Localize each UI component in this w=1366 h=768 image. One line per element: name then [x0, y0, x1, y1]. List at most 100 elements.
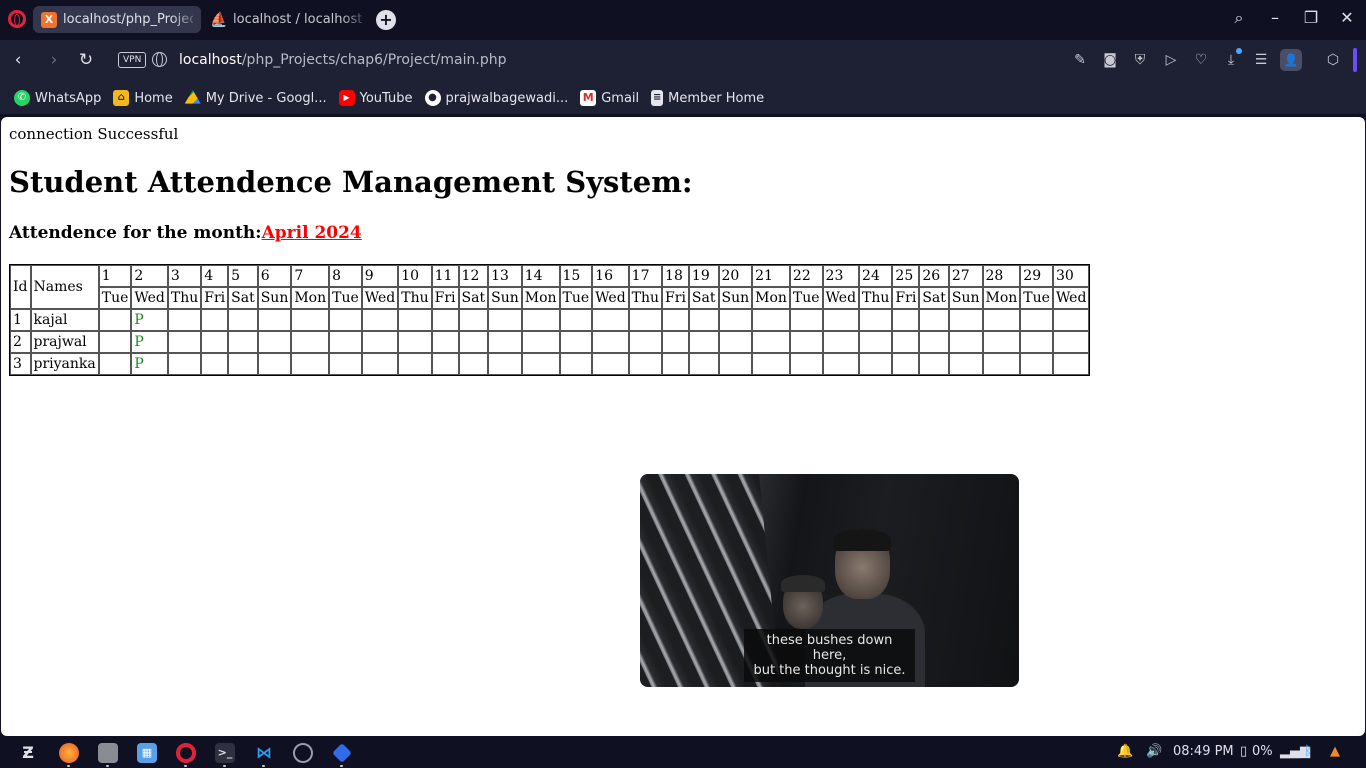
running-indicator	[340, 765, 343, 767]
edit-icon[interactable]: ✎	[1070, 50, 1090, 70]
student-name: priyanka	[30, 353, 99, 375]
bookmark-youtube[interactable]: ▶ YouTube	[338, 90, 413, 106]
names-header: Names	[30, 265, 99, 309]
phpmyadmin-icon: ⛵	[210, 11, 228, 28]
attendance-cell	[789, 309, 823, 331]
day-number-header: 21	[752, 265, 790, 287]
attendance-cell	[919, 331, 949, 353]
day-number-header: 27	[948, 265, 983, 287]
bookmark-github[interactable]: ● prajwalbagewadi...	[424, 90, 568, 106]
opera-icon[interactable]	[176, 743, 196, 763]
id-header: Id	[10, 265, 31, 309]
bookmark-google-drive[interactable]: My Drive - Googl...	[184, 90, 327, 106]
attendance-cell	[919, 309, 949, 331]
tab-phpmyadmin[interactable]: ⛵ localhost / localhost / phpMyAdmin	[203, 6, 371, 33]
restore-icon[interactable]: ❐	[1299, 8, 1323, 27]
new-tab-button[interactable]: +	[376, 10, 396, 30]
extensions-icon[interactable]: ⬡	[1323, 50, 1343, 70]
address-field[interactable]: localhost/php_Projects/chap6/Project/mai…	[179, 52, 506, 68]
day-number-header: 29	[1020, 265, 1053, 287]
heart-icon[interactable]: ♡	[1191, 50, 1211, 70]
volume-icon[interactable]: 🔊	[1146, 744, 1162, 759]
bookmark-gmail[interactable]: M Gmail	[580, 90, 639, 106]
reload-icon[interactable]: ↻	[75, 49, 97, 71]
table-header-days: Id Names 1 2 3 4 5 6 7 8 9 10 11 12 13 14 15 16 17 18 19 20…	[10, 265, 1090, 309]
attendance-cell	[361, 353, 399, 375]
zorin-menu-icon[interactable]: Ƶ	[18, 743, 38, 763]
calendar-icon[interactable]: ▦	[137, 743, 157, 763]
attendance-cell	[822, 353, 860, 375]
close-icon[interactable]: ✕	[1335, 8, 1359, 27]
vlc-icon[interactable]: ▲	[1330, 744, 1340, 759]
attendance-body: 1 kajal P 2 prajwal P 3 priyanka P	[10, 309, 1090, 375]
caption-line: but the thought is nice.	[753, 663, 906, 678]
terminal-icon[interactable]: >_	[215, 743, 235, 763]
day-number-header: 1	[98, 265, 132, 287]
attendance-cell	[1052, 309, 1090, 331]
month-label: Attendence for the month:	[9, 223, 262, 243]
tab-main-php[interactable]: X localhost/php_Projects/chap6/Project/m…	[33, 6, 201, 33]
minimize-icon[interactable]: –	[1263, 8, 1287, 27]
play-icon[interactable]: ▷	[1161, 50, 1181, 70]
site-info-icon[interactable]	[152, 52, 167, 67]
attendance-cell	[559, 309, 593, 331]
weekday-header: Tue	[1020, 287, 1053, 309]
clock-label[interactable]: 08:49 PM	[1173, 744, 1234, 759]
bookmark-home[interactable]: ⌂ Home	[113, 90, 173, 106]
files-icon[interactable]	[98, 743, 118, 763]
search-icon[interactable]: ⌕	[1227, 8, 1251, 28]
bookmark-member-home[interactable]: ≡ Member Home	[651, 90, 764, 106]
day-number-header: 9	[361, 265, 399, 287]
attendance-cell	[167, 309, 202, 331]
back-icon[interactable]: ‹	[7, 49, 29, 71]
attendance-cell	[257, 309, 292, 331]
profile-icon[interactable]: 👤	[1280, 49, 1302, 71]
weekday-header: Wed	[822, 287, 860, 309]
attendance-cell	[892, 331, 920, 353]
attendance-cell: P	[131, 309, 168, 331]
shield-icon[interactable]: ⛨	[1130, 50, 1150, 70]
bookmark-whatsapp[interactable]: ✆ WhatsApp	[14, 90, 101, 106]
attendance-cell	[822, 331, 860, 353]
student-id: 3	[10, 353, 31, 375]
attendance-cell	[458, 309, 489, 331]
attendance-cell	[257, 331, 292, 353]
vpn-badge[interactable]: VPN	[118, 52, 147, 68]
easy-setup-icon[interactable]: ☰	[1251, 50, 1271, 70]
day-number-header: 3	[167, 265, 202, 287]
day-number-header: 26	[919, 265, 949, 287]
clock-icon[interactable]	[293, 743, 313, 763]
firefox-icon[interactable]	[59, 743, 79, 763]
page-title: Student Attendence Management System:	[9, 165, 693, 199]
day-number-header: 11	[431, 265, 459, 287]
opera-menu-icon[interactable]	[8, 10, 26, 28]
month-link[interactable]: April 2024	[262, 223, 362, 243]
video-overlay[interactable]: these bushes down here, but the thought …	[640, 474, 1019, 687]
xampp-icon: X	[41, 11, 57, 28]
bluetooth-icon[interactable]: ᛒ	[1304, 744, 1312, 759]
attendance-cell	[521, 331, 560, 353]
running-indicator	[67, 765, 70, 767]
attendance-cell	[982, 309, 1021, 331]
forward-icon[interactable]: ›	[43, 49, 65, 71]
notification-icon[interactable]: 🔔	[1117, 744, 1133, 759]
weekday-header: Tue	[789, 287, 823, 309]
student-id: 1	[10, 309, 31, 331]
camera-icon[interactable]: ◙	[1100, 50, 1120, 70]
attendance-cell	[431, 353, 459, 375]
vscode-icon[interactable]: ⋈	[254, 743, 274, 763]
weekday-header: Thu	[859, 287, 893, 309]
attendance-cell	[228, 331, 258, 353]
attendance-cell	[859, 353, 893, 375]
sidebar-indicator	[1353, 48, 1357, 72]
battery-label: 0%	[1252, 744, 1273, 759]
day-number-header: 28	[982, 265, 1021, 287]
weekday-header: Wed	[131, 287, 168, 309]
video-caption: these bushes down here, but the thought …	[744, 629, 915, 682]
attendance-cell	[982, 331, 1021, 353]
attendance-cell	[662, 353, 689, 375]
weekday-header: Sat	[919, 287, 949, 309]
attendance-cell	[398, 309, 432, 331]
attendance-cell	[688, 331, 719, 353]
attendance-cell	[789, 331, 823, 353]
